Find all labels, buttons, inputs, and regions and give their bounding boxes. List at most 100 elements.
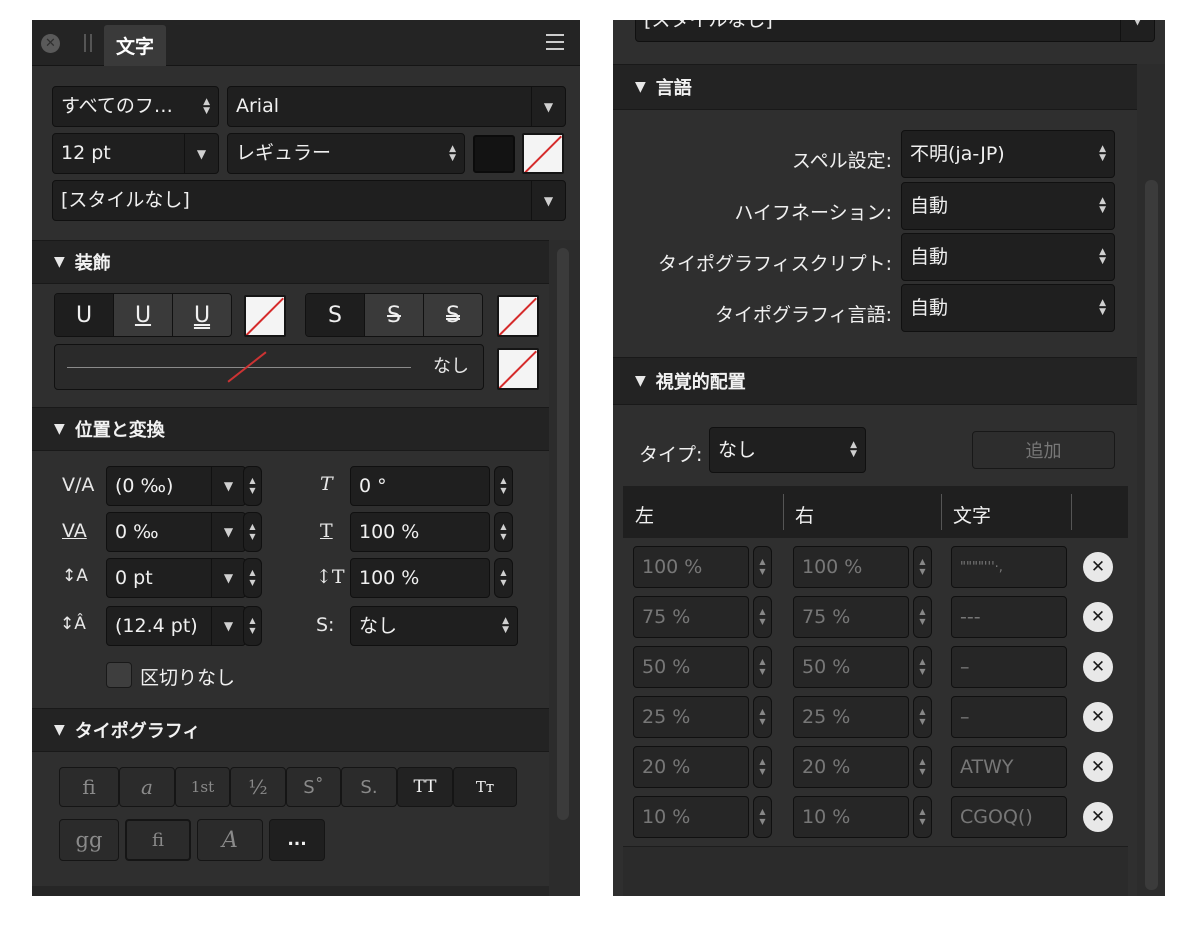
horizontal-scale-field[interactable]: 100 % (350, 512, 490, 552)
right-value-stepper[interactable]: ▲ ▼ (913, 546, 932, 588)
left-value-stepper[interactable]: ▲ ▼ (753, 646, 772, 688)
left-value-field[interactable]: 20 % (633, 746, 749, 788)
remove-row-icon[interactable]: ✕ (1083, 602, 1113, 632)
section-typography[interactable]: ▼ タイポグラフィ (32, 708, 580, 752)
strikethrough-double-button[interactable]: S (424, 294, 482, 336)
left-value-field[interactable]: 25 % (633, 696, 749, 738)
font-collection-select[interactable]: すべてのフ… ▲ ▼ (52, 86, 219, 127)
no-break-checkbox[interactable] (106, 662, 132, 688)
section-decoration[interactable]: ▼ 装飾 (32, 240, 580, 284)
standard-ligatures-button[interactable]: fi (59, 767, 119, 807)
font-family-select[interactable]: Arial ▼ (227, 86, 566, 127)
remove-row-icon[interactable]: ✕ (1083, 752, 1113, 782)
right-value-stepper[interactable]: ▲ ▼ (913, 746, 932, 788)
scrollbar-thumb[interactable] (1145, 180, 1158, 890)
right-value-field[interactable]: 25 % (793, 696, 909, 738)
section-position-transform[interactable]: ▼ 位置と変換 (32, 407, 580, 451)
remove-row-icon[interactable]: ✕ (1083, 702, 1113, 732)
horizontal-scale-stepper[interactable]: ▲ ▼ (494, 512, 513, 552)
grip-icon[interactable] (84, 34, 92, 52)
right-value-stepper[interactable]: ▲ ▼ (913, 596, 932, 638)
characters-field[interactable]: CGOQ() (951, 796, 1067, 838)
right-value-stepper[interactable]: ▲ ▼ (913, 696, 932, 738)
underline-none-button[interactable]: U (55, 294, 114, 336)
skew-stepper[interactable]: ▲ ▼ (494, 466, 513, 506)
right-value-field[interactable]: 20 % (793, 746, 909, 788)
underline-color-swatch[interactable] (244, 295, 286, 337)
right-value-stepper[interactable]: ▲ ▼ (913, 796, 932, 838)
hyphenation-select[interactable]: 自動 ▲ ▼ (901, 182, 1115, 230)
font-size-field[interactable]: 12 pt ▼ (52, 133, 219, 174)
tracking-stepper[interactable]: ▲ ▼ (243, 466, 262, 506)
alternates-button[interactable]: a (119, 767, 175, 807)
typography-language-select[interactable]: 自動 ▲ ▼ (901, 284, 1115, 332)
kerning-stepper[interactable]: ▲ ▼ (243, 512, 262, 552)
underline-single-button[interactable]: U (114, 294, 173, 336)
skew-field[interactable]: 0 ° (350, 466, 490, 506)
type-select[interactable]: なし ▲ ▼ (709, 427, 866, 473)
characters-field[interactable]: – (951, 646, 1067, 688)
panel-menu-icon[interactable] (546, 34, 564, 50)
characters-field[interactable]: --- (951, 596, 1067, 638)
vertical-scale-stepper[interactable]: ▲ ▼ (494, 558, 513, 598)
text-stroke-swatch[interactable] (522, 133, 564, 174)
kerning-field[interactable]: 0 ‰ ▼ (106, 512, 246, 552)
contextual-alternates-button[interactable]: fi (125, 819, 191, 861)
strikethrough-single-button[interactable]: S (365, 294, 424, 336)
column-divider (783, 494, 784, 530)
all-caps-button[interactable]: TT (397, 767, 453, 807)
small-caps-button[interactable]: Tт (453, 767, 517, 807)
left-value-stepper[interactable]: ▲ ▼ (753, 596, 772, 638)
baseline-stepper[interactable]: ▲ ▼ (243, 558, 262, 598)
tab-character[interactable]: 文字 (104, 25, 166, 66)
characters-field[interactable]: ATWY (951, 746, 1067, 788)
scrollbar-thumb[interactable] (557, 248, 569, 820)
left-value-field[interactable]: 75 % (633, 596, 749, 638)
left-value-stepper[interactable]: ▲ ▼ (753, 796, 772, 838)
spelling-select[interactable]: 不明(ja-JP) ▲ ▼ (901, 130, 1115, 178)
line-color-swatch[interactable] (497, 348, 539, 390)
ordinals-button[interactable]: 1st (175, 767, 230, 807)
swash-button[interactable]: A (197, 819, 263, 861)
discretionary-ligatures-button[interactable]: gg (59, 819, 119, 861)
right-value-stepper[interactable]: ▲ ▼ (913, 646, 932, 688)
characters-field[interactable]: """"'''·, (951, 546, 1067, 588)
remove-row-icon[interactable]: ✕ (1083, 552, 1113, 582)
remove-row-icon[interactable]: ✕ (1083, 802, 1113, 832)
line-style-select[interactable]: なし (54, 344, 484, 390)
more-typography-button[interactable]: ... (269, 819, 325, 861)
add-button[interactable]: 追加 (972, 431, 1115, 469)
right-value-field[interactable]: 100 % (793, 546, 909, 588)
font-style-select[interactable]: レギュラー ▲ ▼ (227, 133, 465, 174)
left-value-field[interactable]: 50 % (633, 646, 749, 688)
left-value-field[interactable]: 100 % (633, 546, 749, 588)
remove-row-icon[interactable]: ✕ (1083, 652, 1113, 682)
text-fill-swatch[interactable] (473, 135, 515, 173)
baseline-field[interactable]: 0 pt ▼ (106, 558, 246, 598)
section-visual-alignment[interactable]: ▼ 視覚的配置 (613, 357, 1165, 405)
leading-stepper[interactable]: ▲ ▼ (243, 606, 262, 646)
left-value-stepper[interactable]: ▲ ▼ (753, 546, 772, 588)
right-value-field[interactable]: 75 % (793, 596, 909, 638)
tracking-field[interactable]: (0 ‰) ▼ (106, 466, 246, 506)
subscript-button[interactable]: S. (341, 767, 397, 807)
typography-script-select[interactable]: 自動 ▲ ▼ (901, 233, 1115, 281)
close-panel-icon[interactable]: ✕ (41, 34, 60, 53)
underline-double-button[interactable]: U (173, 294, 231, 336)
left-value-stepper[interactable]: ▲ ▼ (753, 696, 772, 738)
vertical-scale-field[interactable]: 100 % (350, 558, 490, 598)
section-language[interactable]: ▼ 言語 (613, 64, 1165, 110)
character-style-select[interactable]: [スタイルなし] ▼ (635, 20, 1155, 42)
superscript-button[interactable]: S˚ (286, 767, 341, 807)
right-value-field[interactable]: 10 % (793, 796, 909, 838)
left-value-field[interactable]: 10 % (633, 796, 749, 838)
right-value-field[interactable]: 50 % (793, 646, 909, 688)
leading-field[interactable]: (12.4 pt) ▼ (106, 606, 246, 646)
strikethrough-none-button[interactable]: S (306, 294, 365, 336)
fractions-button[interactable]: ½ (230, 767, 286, 807)
script-select[interactable]: なし ▲ ▼ (350, 606, 518, 646)
character-style-select[interactable]: [スタイルなし] ▼ (52, 180, 566, 221)
strikethrough-color-swatch[interactable] (497, 295, 539, 337)
left-value-stepper[interactable]: ▲ ▼ (753, 746, 772, 788)
characters-field[interactable]: – (951, 696, 1067, 738)
